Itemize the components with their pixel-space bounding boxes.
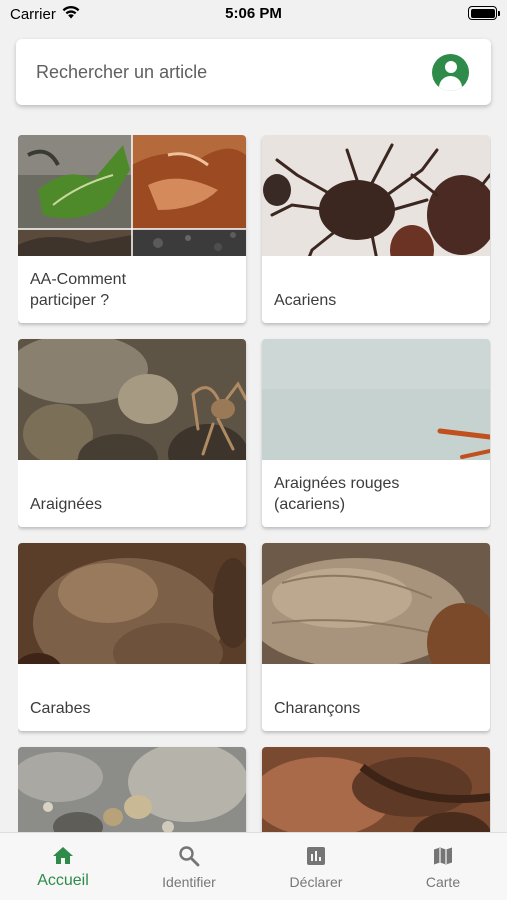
- home-icon: [53, 847, 73, 864]
- article-image: [18, 543, 246, 664]
- article-title: Acariens: [274, 292, 337, 309]
- article-image: [262, 339, 490, 460]
- tab-label: Accueil: [37, 872, 89, 889]
- article-title: Araignées: [30, 496, 103, 513]
- article-title: Carabes: [30, 700, 91, 717]
- tab-label: Identifier: [162, 874, 216, 890]
- account-body: [439, 76, 462, 91]
- article-grid: AA-Comment participer ? Acariens Araigné…: [18, 135, 491, 835]
- status-bar: Carrier 5:06 PM: [0, 0, 507, 30]
- tab-identifier[interactable]: Identifier: [126, 833, 252, 900]
- article-card[interactable]: Charançons: [262, 543, 490, 731]
- article-card[interactable]: Araignées rouges (acariens): [262, 339, 490, 527]
- tab-carte[interactable]: Carte: [380, 833, 506, 900]
- battery-icon: [468, 6, 500, 20]
- tab-bar: Accueil Identifier Déclarer Carte: [0, 832, 507, 900]
- clock: 5:06 PM: [225, 5, 282, 22]
- article-title: Araignées rouges (acariens): [274, 475, 400, 513]
- article-card[interactable]: [262, 747, 490, 835]
- article-image: [262, 747, 490, 835]
- tab-label: Déclarer: [289, 874, 343, 890]
- article-image: [18, 339, 246, 460]
- article-image: [18, 135, 246, 256]
- article-title: AA-Comment participer ?: [30, 271, 127, 309]
- article-card[interactable]: AA-Comment participer ?: [18, 135, 246, 323]
- account-icon[interactable]: [432, 54, 469, 91]
- search-input[interactable]: [36, 56, 416, 88]
- search-bar: [16, 39, 491, 105]
- article-image: [262, 135, 490, 256]
- tab-declarer[interactable]: Déclarer: [253, 833, 379, 900]
- article-card[interactable]: Araignées: [18, 339, 246, 527]
- article-image: [18, 747, 246, 835]
- account-head: [444, 61, 457, 73]
- app-screen: Carrier 5:06 PM Rechercher un article AA…: [0, 0, 507, 900]
- article-card[interactable]: Acariens: [262, 135, 490, 323]
- tab-accueil[interactable]: Accueil: [0, 833, 126, 900]
- article-image: [262, 543, 490, 664]
- article-title: Charançons: [274, 700, 361, 717]
- tab-label: Carte: [425, 874, 461, 890]
- article-card[interactable]: Carabes: [18, 543, 246, 731]
- article-card[interactable]: [18, 747, 246, 835]
- map-icon: [434, 847, 452, 865]
- search-icon: [179, 846, 200, 867]
- bar-chart-icon: [307, 847, 325, 865]
